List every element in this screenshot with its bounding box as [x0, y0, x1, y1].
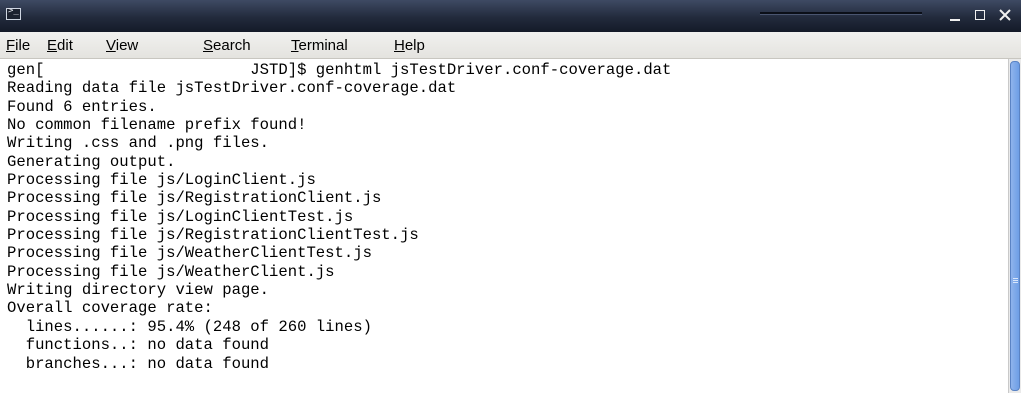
terminal-line: Processing file js/RegistrationClient.js — [7, 189, 382, 208]
title-bar-groove — [760, 12, 922, 15]
terminal-window: >_ File Edit View Search Terminal Help g… — [0, 0, 1021, 393]
menu-help-mnemonic: H — [394, 37, 405, 54]
menu-file[interactable]: File — [6, 37, 30, 54]
terminal-line: Overall coverage rate: — [7, 299, 213, 318]
menu-edit[interactable]: Edit — [47, 37, 73, 54]
terminal-output-area[interactable]: gen[ JSTD]$ genhtml jsTestDriver.conf-co… — [0, 59, 1008, 393]
grip-icon — [1013, 278, 1019, 284]
terminal-line: No common filename prefix found! — [7, 116, 307, 135]
maximize-button[interactable] — [969, 5, 991, 25]
minimize-button[interactable] — [944, 5, 966, 25]
menu-terminal[interactable]: Terminal — [291, 37, 348, 54]
terminal-line: branches...: no data found — [7, 354, 270, 373]
menu-search-mnemonic: S — [203, 37, 214, 54]
menu-search-label: earch — [213, 37, 251, 54]
terminal-line: Processing file js/LoginClient.js — [7, 171, 316, 190]
menu-edit-label: dit — [57, 37, 73, 54]
terminal-line: Writing .css and .png files. — [7, 134, 270, 153]
title-bar[interactable]: >_ — [0, 0, 1021, 32]
menu-file-label: ile — [15, 37, 31, 54]
terminal-line: Processing file js/WeatherClientTest.js — [7, 244, 372, 263]
terminal-line: Processing file js/LoginClientTest.js — [7, 207, 354, 226]
terminal-line: lines......: 95.4% (248 of 260 lines) — [7, 317, 372, 336]
terminal-line: Processing file js/RegistrationClientTes… — [7, 226, 419, 245]
terminal-line: Generating output. — [7, 152, 176, 171]
terminal-line: Processing file js/WeatherClient.js — [7, 262, 335, 281]
menu-terminal-mnemonic: T — [291, 37, 299, 54]
scrollbar-thumb[interactable] — [1010, 61, 1020, 391]
menu-search[interactable]: Search — [203, 37, 251, 54]
terminal-line: Found 6 entries. — [7, 97, 157, 116]
menu-file-mnemonic: F — [6, 37, 16, 54]
menu-view-label: iew — [115, 37, 139, 54]
terminal-line: Reading data file jsTestDriver.conf-cove… — [7, 79, 457, 98]
menu-view-mnemonic: V — [106, 37, 116, 54]
menu-help-label: elp — [404, 37, 425, 54]
terminal-line: Writing directory view page. — [7, 281, 270, 300]
terminal-line: functions..: no data found — [7, 336, 270, 355]
menu-bar: File Edit View Search Terminal Help — [0, 32, 1021, 59]
terminal-text[interactable]: gen[ JSTD]$ genhtml jsTestDriver.conf-co… — [7, 61, 671, 373]
terminal-line: gen[ JSTD]$ genhtml jsTestDriver.conf-co… — [7, 61, 672, 79]
minimize-icon — [950, 19, 960, 21]
terminal-icon[interactable]: >_ — [6, 6, 21, 20]
menu-help[interactable]: Help — [394, 37, 425, 54]
menu-terminal-label: erminal — [298, 37, 348, 54]
menu-edit-mnemonic: E — [47, 37, 58, 54]
vertical-scrollbar[interactable] — [1008, 59, 1021, 393]
menu-view[interactable]: View — [106, 37, 138, 54]
close-icon — [999, 9, 1011, 21]
close-button[interactable] — [994, 5, 1016, 25]
maximize-icon — [975, 10, 985, 20]
